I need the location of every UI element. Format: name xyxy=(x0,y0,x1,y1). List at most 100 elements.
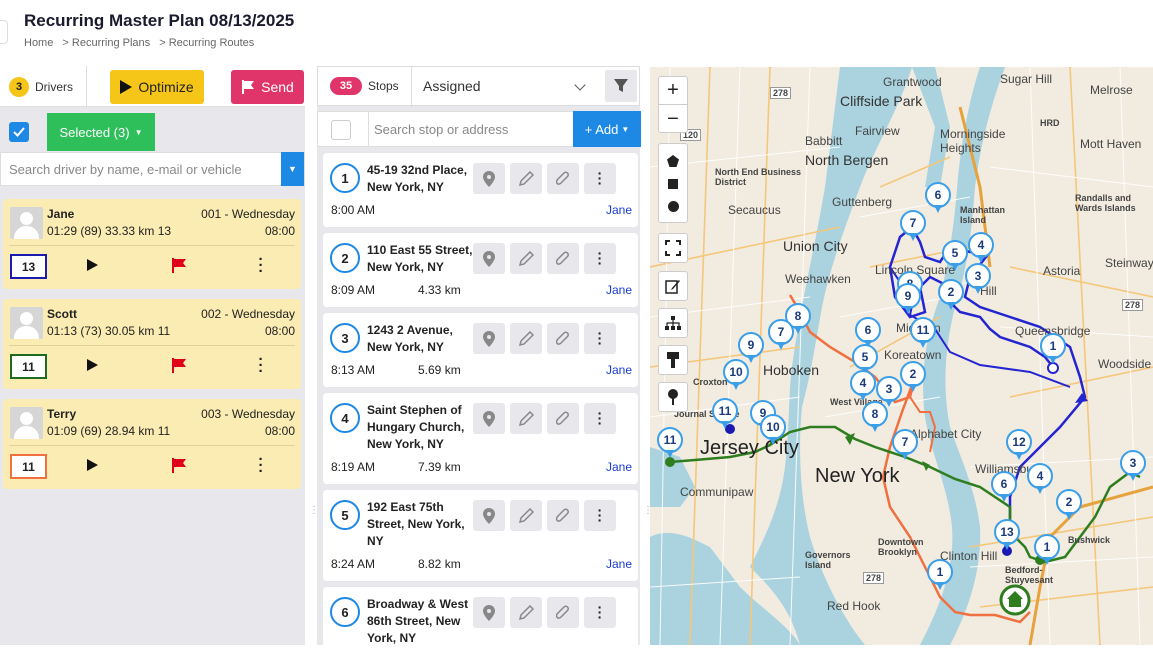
attach-button[interactable] xyxy=(547,243,579,274)
back-button[interactable] xyxy=(0,20,8,44)
attach-button[interactable] xyxy=(547,403,579,434)
stop-pin[interactable]: 12 xyxy=(1006,429,1032,463)
stop-driver[interactable]: Jane xyxy=(606,557,632,571)
stop-driver[interactable]: Jane xyxy=(606,460,632,474)
driver-card-jane[interactable]: Jane 01:29 (89) 33.33 km 13 001 - Wednes… xyxy=(3,199,301,289)
stop-pin[interactable]: 2 xyxy=(900,361,926,395)
breadcrumb-home[interactable]: Home xyxy=(24,37,53,49)
rectangle-draw-icon[interactable] xyxy=(668,178,678,189)
stop-pin[interactable]: 2 xyxy=(938,279,964,313)
edit-stop-button[interactable] xyxy=(510,403,542,434)
flag-icon[interactable] xyxy=(171,458,187,473)
breadcrumb-recurring-plans[interactable]: > Recurring Plans xyxy=(62,37,150,49)
driver-search-input[interactable] xyxy=(1,153,283,185)
stop-card[interactable]: 2 110 East 55 Street, New York, NY · · · 8… xyxy=(323,233,638,307)
fullscreen-button[interactable] xyxy=(658,233,688,263)
polygon-draw-icon[interactable] xyxy=(667,154,679,167)
stop-pin[interactable]: 8 xyxy=(862,401,888,435)
locate-button[interactable] xyxy=(473,163,505,194)
optimize-button[interactable]: Optimize xyxy=(110,70,204,104)
stop-search-input[interactable] xyxy=(374,112,570,146)
stop-pin[interactable]: 11 xyxy=(910,317,936,351)
stop-card[interactable]: 3 1243 2 Avenue, New York, NY · · · 8:13 A… xyxy=(323,313,638,387)
driver-card-scott[interactable]: Scott 01:13 (73) 30.05 km 11 002 - Wedne… xyxy=(3,299,301,389)
more-options-button[interactable]: · · · xyxy=(584,500,616,531)
locate-button[interactable] xyxy=(473,597,505,628)
driver-search-dropdown[interactable]: ▼ xyxy=(281,152,304,186)
driver-stop-count-badge[interactable]: 11 xyxy=(10,454,47,479)
stop-pin[interactable]: 10 xyxy=(723,359,749,393)
panel-resize-handle[interactable]: ⋮ xyxy=(309,505,319,535)
selected-dropdown[interactable]: Selected (3) ▼ xyxy=(47,113,155,151)
stop-pin[interactable]: 11 xyxy=(712,398,738,432)
stop-card[interactable]: 4 Saint Stephen of Hungary Church, New Y… xyxy=(323,393,638,484)
stop-pin[interactable]: 7 xyxy=(768,319,794,353)
stop-pin[interactable]: 4 xyxy=(850,370,876,404)
stop-pin[interactable]: 7 xyxy=(892,429,918,463)
more-options-button[interactable]: · · · xyxy=(584,323,616,354)
stop-card[interactable]: 5 192 East 75th Street, New York, NY · · ·… xyxy=(323,490,638,581)
hierarchy-button[interactable] xyxy=(658,308,688,338)
locate-button[interactable] xyxy=(473,403,505,434)
edit-stop-button[interactable] xyxy=(510,323,542,354)
stop-pin[interactable]: 13 xyxy=(994,519,1020,553)
add-stop-button[interactable]: + Add ▼ xyxy=(573,111,641,147)
play-icon[interactable] xyxy=(87,359,98,371)
attach-button[interactable] xyxy=(547,323,579,354)
filter-button[interactable] xyxy=(605,70,637,102)
locate-button[interactable] xyxy=(473,243,505,274)
edit-stop-button[interactable] xyxy=(510,243,542,274)
stop-driver[interactable]: Jane xyxy=(606,363,632,377)
more-options-button[interactable]: · · · xyxy=(584,163,616,194)
attach-button[interactable] xyxy=(547,597,579,628)
driver-stop-count-badge[interactable]: 11 xyxy=(10,354,47,379)
stop-pin[interactable]: 7 xyxy=(900,210,926,244)
circle-draw-icon[interactable] xyxy=(667,200,679,212)
select-all-checkbox[interactable] xyxy=(9,122,29,142)
edit-stop-button[interactable] xyxy=(510,500,542,531)
more-options-icon[interactable]: · · · xyxy=(256,452,266,479)
stop-pin[interactable]: 1 xyxy=(1034,534,1060,568)
flag-icon[interactable] xyxy=(171,258,187,273)
zoom-in-button[interactable]: + xyxy=(659,77,687,105)
flag-icon[interactable] xyxy=(171,358,187,373)
driver-card-terry[interactable]: Terry 01:09 (69) 28.94 km 11 003 - Wedne… xyxy=(3,399,301,489)
chevron-down-icon[interactable] xyxy=(574,79,586,91)
stop-pin[interactable]: 3 xyxy=(965,263,991,297)
driver-stop-count-badge[interactable]: 13 xyxy=(10,254,47,279)
stop-driver[interactable]: Jane xyxy=(606,203,632,217)
pin-button[interactable] xyxy=(658,382,688,412)
send-button[interactable]: Send xyxy=(231,70,304,104)
stop-card[interactable]: 1 45-19 32nd Place, New York, NY · · · 8:0… xyxy=(323,153,638,227)
more-options-icon[interactable]: · · · xyxy=(256,352,266,379)
stop-pin[interactable]: 4 xyxy=(1027,463,1053,497)
zoom-out-button[interactable]: − xyxy=(659,105,687,133)
stop-card[interactable]: 6 Broadway & West 86th Street, New York,… xyxy=(323,587,638,667)
locate-button[interactable] xyxy=(473,500,505,531)
stop-filter-select[interactable]: Assigned xyxy=(423,78,481,94)
stop-pin[interactable]: 10 xyxy=(760,414,786,448)
locate-button[interactable] xyxy=(473,323,505,354)
attach-button[interactable] xyxy=(547,163,579,194)
edit-stop-button[interactable] xyxy=(510,163,542,194)
breadcrumb-recurring-routes[interactable]: > Recurring Routes xyxy=(159,37,254,49)
stop-driver[interactable]: Jane xyxy=(606,283,632,297)
stop-pin[interactable]: 3 xyxy=(1120,450,1146,484)
edit-button[interactable] xyxy=(658,271,688,301)
stop-pin[interactable]: 11 xyxy=(657,427,683,461)
paint-button[interactable] xyxy=(658,345,688,375)
select-all-stops-checkbox[interactable] xyxy=(331,120,351,140)
route-map[interactable]: Grantwood Sugar Hill Melrose Cliffside P… xyxy=(650,67,1153,645)
edit-stop-button[interactable] xyxy=(510,597,542,628)
more-options-button[interactable]: · · · xyxy=(584,243,616,274)
stop-pin[interactable]: 6 xyxy=(991,471,1017,505)
play-icon[interactable] xyxy=(87,459,98,471)
stop-pin[interactable]: 4 xyxy=(968,232,994,266)
stop-pin[interactable]: 9 xyxy=(895,283,921,317)
play-icon[interactable] xyxy=(87,259,98,271)
more-options-button[interactable]: · · · xyxy=(584,403,616,434)
more-options-button[interactable]: · · · xyxy=(584,597,616,628)
stop-pin[interactable]: 2 xyxy=(1056,489,1082,523)
stop-pin[interactable]: 1 xyxy=(927,559,953,593)
attach-button[interactable] xyxy=(547,500,579,531)
